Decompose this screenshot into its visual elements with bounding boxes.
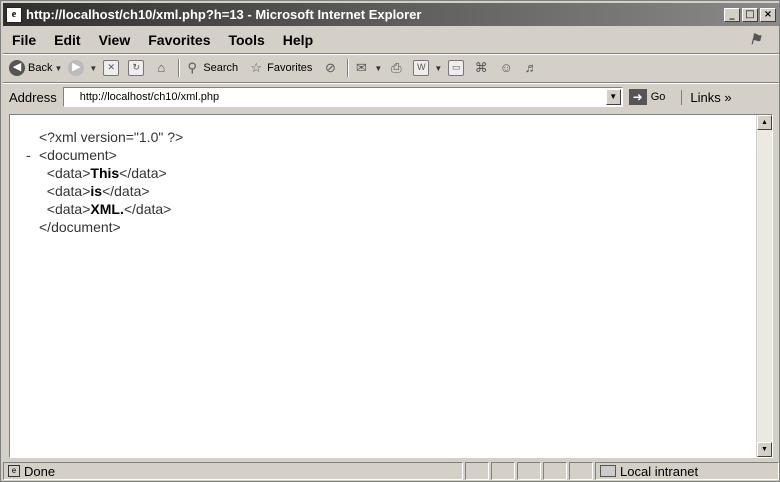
xml-line: <?xml version="1.0" ?> <box>39 129 184 145</box>
xml-view: <?xml version="1.0" ?> - <document> <data… <box>10 115 756 457</box>
messenger-icon: ☺ <box>499 60 513 75</box>
print-button[interactable]: ⎙ <box>388 60 407 76</box>
back-button[interactable]: ◀ Back ▼ <box>9 60 62 76</box>
collapse-toggle[interactable]: - <box>26 146 39 164</box>
toolbar-separator <box>178 59 181 77</box>
minimize-button[interactable]: _ <box>724 7 740 22</box>
page-content: <?xml version="1.0" ?> - <document> <data… <box>9 114 773 458</box>
menu-view[interactable]: View <box>90 32 140 48</box>
search-button[interactable]: ⚲ Search <box>184 60 239 76</box>
standard-toolbar: ◀ Back ▼ ▶ ▼ ✕ ↻ ⌂ ⚲ Search ☆ Favorites … <box>3 55 779 81</box>
research-icon: ⌘ <box>474 60 488 75</box>
scroll-down-icon[interactable]: ▼ <box>757 442 772 457</box>
favorites-button[interactable]: ☆ Favorites <box>248 60 312 76</box>
home-button[interactable]: ⌂ <box>153 60 172 76</box>
search-label: Search <box>203 62 239 74</box>
back-icon: ◀ <box>9 60 25 76</box>
discuss-button[interactable]: ▭ <box>448 60 467 76</box>
window-controls: _ □ × <box>724 7 776 22</box>
address-url: http://localhost/ch10/xml.php <box>79 91 220 103</box>
media-icon: ♬ <box>524 60 538 75</box>
maximize-button[interactable]: □ <box>742 7 758 22</box>
menu-tools[interactable]: Tools <box>219 32 273 48</box>
address-dropdown-icon[interactable]: ▼ <box>605 89 621 105</box>
xml-line: <data>is</data> <box>46 183 150 199</box>
back-dropdown-icon[interactable]: ▼ <box>54 64 62 73</box>
print-icon: ⎙ <box>391 60 402 75</box>
status-panel <box>543 462 567 480</box>
stop-button[interactable]: ✕ <box>103 60 122 76</box>
status-panel <box>517 462 541 480</box>
status-panel <box>569 462 593 480</box>
menu-bar: File Edit View Favorites Tools Help ⚑ <box>3 28 779 52</box>
intranet-icon <box>600 465 616 477</box>
toolbar-separator <box>347 59 350 77</box>
discuss-icon: ▭ <box>448 60 465 76</box>
xml-line: <data>This</data> <box>46 165 167 181</box>
vertical-scrollbar[interactable]: ▲ ▼ <box>756 115 772 457</box>
messenger-button[interactable]: ☺ <box>498 60 517 76</box>
windows-logo-icon: ⚑ <box>749 31 762 47</box>
menu-help[interactable]: Help <box>274 32 322 48</box>
forward-icon: ▶ <box>68 60 85 76</box>
refresh-icon: ↻ <box>128 60 145 76</box>
favorites-label: Favorites <box>267 62 313 74</box>
zone-text: Local intranet <box>620 463 699 479</box>
address-label: Address <box>9 89 57 105</box>
window-title: http://localhost/ch10/xml.php?h=13 - Mic… <box>26 7 422 22</box>
history-button[interactable]: ⊘ <box>322 60 341 76</box>
xml-line: <data>XML.</data> <box>46 201 172 217</box>
home-icon: ⌂ <box>157 60 166 75</box>
favorites-icon: ☆ <box>250 60 262 75</box>
menu-file[interactable]: File <box>3 32 45 48</box>
search-icon: ⚲ <box>187 60 198 75</box>
status-bar: e Done Local intranet <box>3 461 779 481</box>
links-toolbar[interactable]: Links » <box>681 89 732 105</box>
address-input[interactable]: http://localhost/ch10/xml.php ▼ <box>62 87 623 107</box>
go-label: Go <box>650 91 666 103</box>
status-panel <box>491 462 515 480</box>
menu-favorites[interactable]: Favorites <box>139 32 219 48</box>
xml-line: - <document> <box>26 146 117 164</box>
ie-page-icon: e <box>6 6 22 23</box>
browser-window: e http://localhost/ch10/xml.php?h=13 - M… <box>0 0 780 482</box>
status-panel <box>465 462 489 480</box>
menu-edit[interactable]: Edit <box>45 32 89 48</box>
mail-icon: ✉ <box>355 60 367 75</box>
security-zone-panel[interactable]: Local intranet <box>595 462 779 480</box>
scroll-up-icon[interactable]: ▲ <box>757 115 772 130</box>
history-icon: ⊘ <box>324 60 336 75</box>
forward-button[interactable]: ▶ ▼ <box>68 60 97 76</box>
go-arrow-icon: ➜ <box>628 89 647 105</box>
edit-icon: W <box>413 60 430 76</box>
go-button[interactable]: ➜ Go <box>628 89 666 105</box>
refresh-button[interactable]: ↻ <box>128 60 147 76</box>
edit-dropdown-icon[interactable]: ▼ <box>434 64 442 73</box>
mail-button[interactable]: ✉ ▼ <box>353 60 382 76</box>
stop-icon: ✕ <box>103 60 120 76</box>
status-text-panel: e Done <box>3 462 463 480</box>
back-label: Back <box>28 62 53 74</box>
title-bar[interactable]: e http://localhost/ch10/xml.php?h=13 - M… <box>3 3 779 26</box>
edit-button[interactable]: W ▼ <box>413 60 442 76</box>
research-button[interactable]: ⌘ <box>473 60 492 76</box>
xml-line: </document> <box>39 219 121 235</box>
status-text: Done <box>24 463 56 479</box>
page-done-icon: e <box>8 465 20 477</box>
forward-dropdown-icon[interactable]: ▼ <box>89 64 97 73</box>
mail-dropdown-icon[interactable]: ▼ <box>374 64 382 73</box>
close-button[interactable]: × <box>760 7 776 22</box>
media-button[interactable]: ♬ <box>523 60 542 76</box>
address-bar: Address http://localhost/ch10/xml.php ▼ … <box>3 84 779 110</box>
